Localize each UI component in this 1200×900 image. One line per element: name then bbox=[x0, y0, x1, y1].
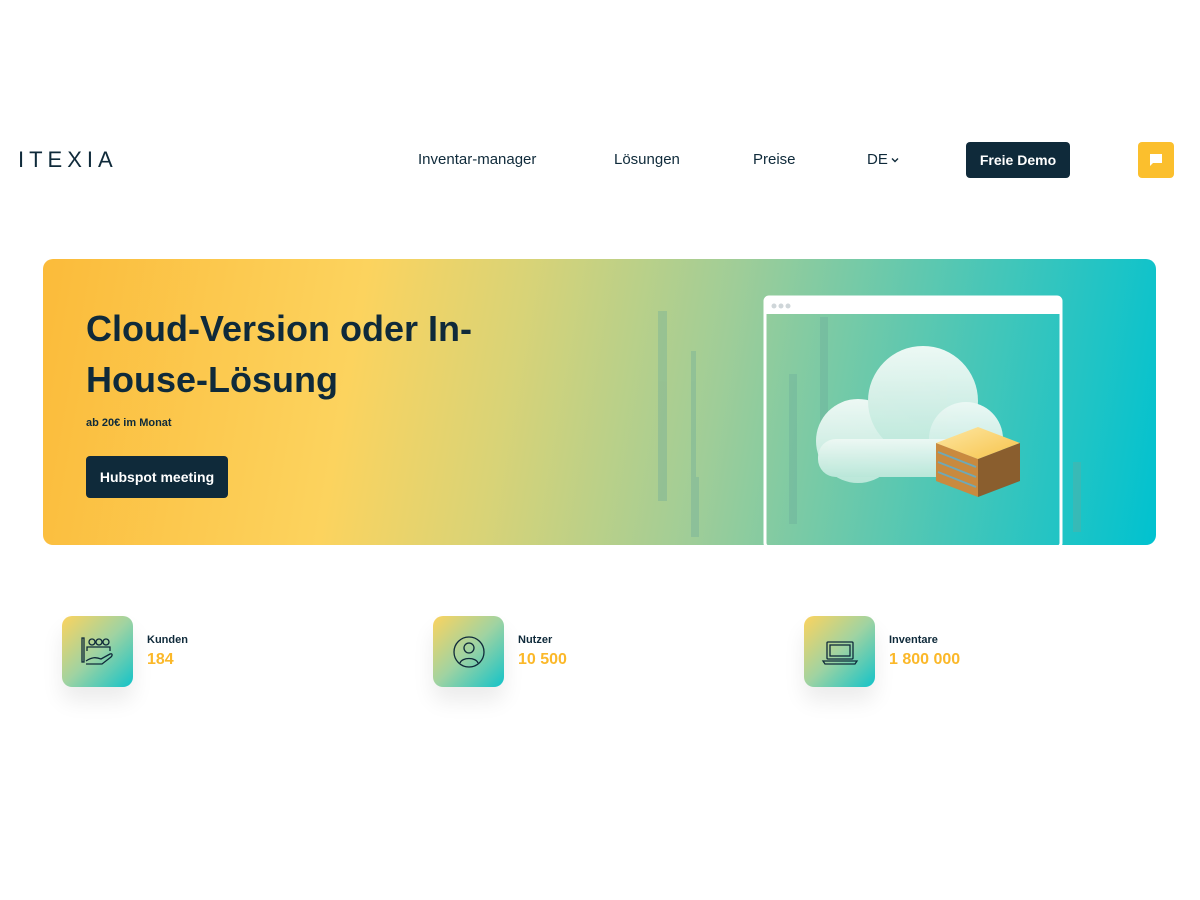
hero-banner: Cloud-Version oder In-House-Lösung ab 20… bbox=[43, 259, 1156, 545]
users-stat-tile bbox=[433, 616, 504, 687]
users-value: 10 500 bbox=[518, 651, 567, 668]
customers-label: Kunden bbox=[147, 634, 188, 646]
laptop-icon bbox=[821, 640, 858, 665]
language-label: DE bbox=[867, 151, 888, 168]
customers-value: 184 bbox=[147, 651, 174, 668]
nav-preise[interactable]: Preise bbox=[753, 151, 796, 168]
logo[interactable]: ITEXIA bbox=[18, 147, 118, 173]
language-selector[interactable]: DE bbox=[867, 151, 900, 168]
customers-hand-icon bbox=[80, 636, 113, 665]
hero-title: Cloud-Version oder In-House-Lösung bbox=[86, 308, 473, 400]
chat-bubble-icon bbox=[1150, 154, 1162, 166]
inventories-label: Inventare bbox=[889, 634, 938, 646]
hubspot-meeting-button[interactable]: Hubspot meeting bbox=[86, 456, 228, 498]
chevron-down-icon bbox=[891, 157, 899, 162]
nav-inventar-manager[interactable]: Inventar-manager bbox=[418, 151, 536, 168]
users-label: Nutzer bbox=[518, 634, 553, 646]
free-demo-button[interactable]: Freie Demo bbox=[966, 142, 1070, 178]
user-icon bbox=[452, 635, 485, 668]
chat-button[interactable] bbox=[1138, 142, 1174, 178]
customers-stat-tile bbox=[62, 616, 133, 687]
inventories-value: 1 800 000 bbox=[889, 651, 961, 668]
nav-loesungen[interactable]: Lösungen bbox=[614, 151, 680, 168]
hero-subtitle: ab 20€ im Monat bbox=[86, 417, 172, 429]
inventories-stat-tile bbox=[804, 616, 875, 687]
